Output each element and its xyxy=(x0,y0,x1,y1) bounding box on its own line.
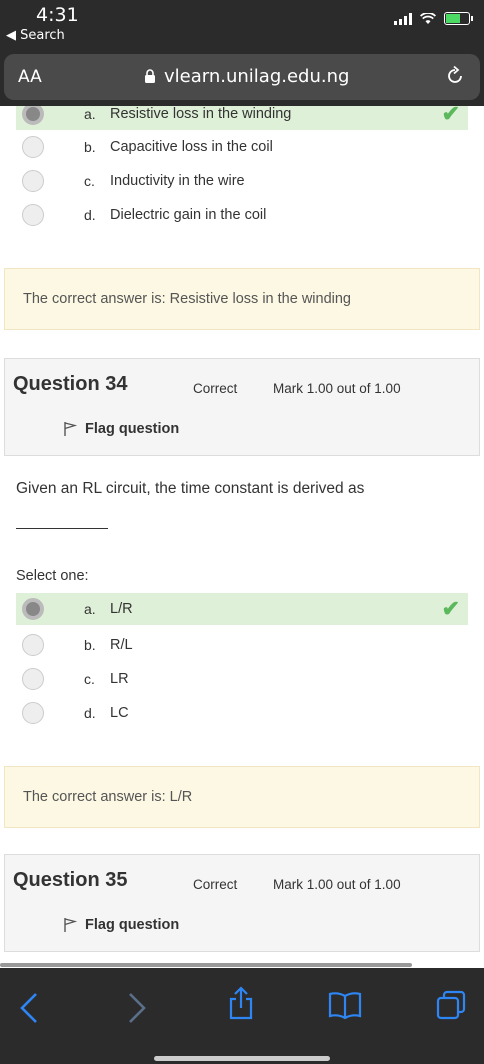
browser-address-bar: AA vlearn.unilag.edu.ng xyxy=(0,50,484,106)
option-row-correct[interactable]: a. L/R ✔ xyxy=(16,593,468,625)
question-state: Correct xyxy=(193,381,238,396)
share-icon[interactable] xyxy=(228,986,254,1020)
select-one-label: Select one: xyxy=(16,568,89,584)
option-text: Capacitive loss in the coil xyxy=(110,139,273,155)
radio-button[interactable] xyxy=(22,136,44,158)
option-letter: b. xyxy=(84,139,96,155)
option-text: LC xyxy=(110,705,129,721)
question-info-box: Question 35 Correct Mark 1.00 out of 1.0… xyxy=(4,854,480,952)
flag-icon xyxy=(64,918,77,932)
flag-question-button[interactable]: Flag question xyxy=(63,421,179,437)
back-to-search[interactable]: ◀ Search xyxy=(6,28,65,43)
back-arrow-icon[interactable] xyxy=(18,990,40,1026)
option-row[interactable]: c. Inductivity in the wire xyxy=(16,165,468,197)
radio-button[interactable] xyxy=(22,170,44,192)
option-letter: d. xyxy=(84,705,96,721)
option-row-correct[interactable]: a. Resistive loss in the winding ✔ xyxy=(16,106,468,130)
question-text: Given an RL circuit, the time constant i… xyxy=(16,480,365,497)
option-letter: a. xyxy=(84,601,96,617)
question-title: Question 35 xyxy=(13,869,128,891)
forward-arrow-icon[interactable] xyxy=(126,990,148,1026)
radio-button[interactable] xyxy=(22,634,44,656)
check-icon: ✔ xyxy=(441,596,460,621)
option-row[interactable]: d. Dielectric gain in the coil xyxy=(16,199,468,231)
question-info-box: Question 34 Correct Mark 1.00 out of 1.0… xyxy=(4,358,480,456)
bookmarks-icon[interactable] xyxy=(328,990,362,1020)
option-row[interactable]: c. LR xyxy=(16,663,468,695)
url-field[interactable]: AA vlearn.unilag.edu.ng xyxy=(4,54,480,100)
flag-label: Flag question xyxy=(85,917,180,933)
flag-icon xyxy=(64,422,77,436)
status-time: 4:31 xyxy=(36,4,79,26)
quiz-review-page: a. Resistive loss in the winding ✔ b. Ca… xyxy=(0,106,484,968)
status-bar: 4:31 ◀ Search xyxy=(0,0,484,50)
option-row[interactable]: b. R/L xyxy=(16,629,468,661)
option-row[interactable]: d. LC xyxy=(16,697,468,729)
option-letter: d. xyxy=(84,207,96,223)
radio-button[interactable] xyxy=(22,702,44,724)
option-letter: c. xyxy=(84,173,95,189)
url-text: vlearn.unilag.edu.ng xyxy=(164,66,350,87)
option-text: L/R xyxy=(110,601,133,617)
option-row[interactable]: b. Capacitive loss in the coil xyxy=(16,131,468,163)
option-text: LR xyxy=(110,671,129,687)
home-indicator[interactable] xyxy=(154,1056,330,1061)
option-letter: c. xyxy=(84,671,95,687)
option-letter: a. xyxy=(84,106,96,122)
option-text: Dielectric gain in the coil xyxy=(110,207,267,223)
radio-button[interactable] xyxy=(22,204,44,226)
radio-button-selected[interactable] xyxy=(22,106,44,125)
status-icons xyxy=(394,12,473,25)
reload-icon[interactable] xyxy=(444,65,466,87)
flag-question-button[interactable]: Flag question xyxy=(63,917,179,933)
option-letter: b. xyxy=(84,637,96,653)
wifi-icon xyxy=(420,12,436,24)
battery-icon xyxy=(444,12,473,25)
lock-icon xyxy=(145,69,155,83)
url-display[interactable]: vlearn.unilag.edu.ng xyxy=(144,66,349,87)
correct-answer-feedback: The correct answer is: Resistive loss in… xyxy=(4,268,480,330)
option-text: Resistive loss in the winding xyxy=(110,106,292,122)
question-mark: Mark 1.00 out of 1.00 xyxy=(273,877,401,892)
question-mark: Mark 1.00 out of 1.00 xyxy=(273,381,401,396)
option-text: Inductivity in the wire xyxy=(110,173,245,189)
text-size-button[interactable]: AA xyxy=(18,67,42,87)
check-icon: ✔ xyxy=(441,106,460,126)
question-state: Correct xyxy=(193,877,238,892)
radio-button[interactable] xyxy=(22,668,44,690)
signal-icon xyxy=(394,12,412,25)
browser-toolbar xyxy=(0,968,484,1064)
question-title: Question 34 xyxy=(13,373,128,395)
tabs-icon[interactable] xyxy=(436,990,466,1020)
flag-label: Flag question xyxy=(85,421,180,437)
radio-button-selected[interactable] xyxy=(22,598,44,620)
option-text: R/L xyxy=(110,637,133,653)
answer-blank-line xyxy=(16,528,108,529)
correct-answer-feedback: The correct answer is: L/R xyxy=(4,766,480,828)
